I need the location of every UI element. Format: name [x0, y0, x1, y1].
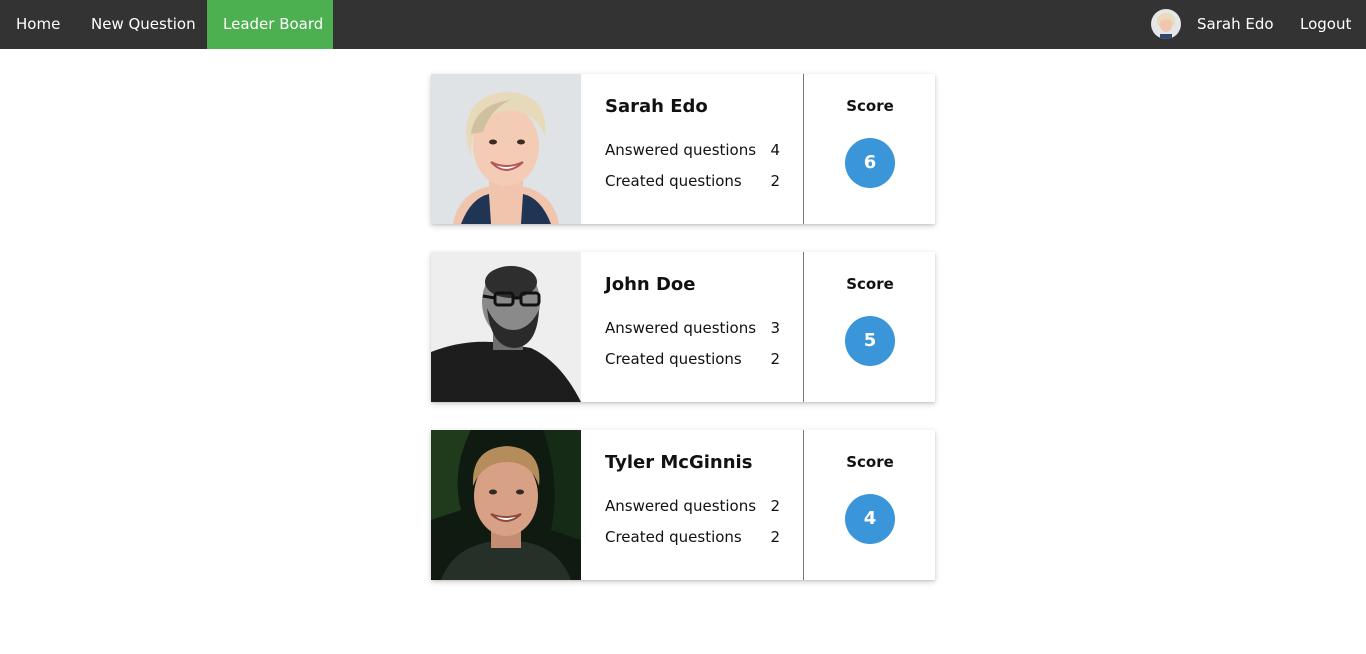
- score-label: Score: [846, 453, 894, 471]
- answered-questions-count: 2: [770, 497, 780, 515]
- answered-questions-row: Answered questions 3: [605, 318, 780, 338]
- user-photo: [431, 430, 581, 580]
- created-questions-count: 2: [770, 528, 780, 546]
- score-badge: 5: [845, 316, 895, 366]
- user-name: Sarah Edo: [605, 96, 708, 117]
- score-label: Score: [846, 97, 894, 115]
- created-questions-count: 2: [770, 172, 780, 190]
- created-questions-count: 2: [770, 350, 780, 368]
- score-panel: Score 4: [805, 430, 935, 580]
- score-label: Score: [846, 275, 894, 293]
- user-photo: [431, 74, 581, 224]
- answered-questions-label: Answered questions: [605, 319, 757, 337]
- created-questions-label: Created questions: [605, 172, 742, 190]
- score-badge: 6: [845, 138, 895, 188]
- user-photo: [431, 252, 581, 402]
- created-questions-label: Created questions: [605, 528, 742, 546]
- user-name: John Doe: [605, 274, 696, 295]
- nav-leader-board-link[interactable]: Leader Board: [207, 0, 333, 49]
- score-panel: Score 6: [805, 74, 935, 224]
- created-questions-label: Created questions: [605, 350, 742, 368]
- created-questions-row: Created questions 2: [605, 527, 780, 547]
- user-info: Sarah Edo Answered questions 4 Created q…: [581, 74, 804, 224]
- leaderboard-card: Sarah Edo Answered questions 4 Created q…: [431, 74, 935, 224]
- answered-questions-label: Answered questions: [605, 497, 757, 515]
- leaderboard-card: John Doe Answered questions 3 Created qu…: [431, 252, 935, 402]
- answered-questions-row: Answered questions 2: [605, 496, 780, 516]
- user-info: Tyler McGinnis Answered questions 2 Crea…: [581, 430, 804, 580]
- answered-questions-label: Answered questions: [605, 141, 757, 159]
- answered-questions-row: Answered questions 4: [605, 140, 780, 160]
- user-info: John Doe Answered questions 3 Created qu…: [581, 252, 804, 402]
- created-questions-row: Created questions 2: [605, 349, 780, 369]
- user-avatar: [1151, 9, 1181, 39]
- nav-home-link[interactable]: Home: [0, 0, 76, 49]
- answered-questions-count: 4: [770, 141, 780, 159]
- leaderboard-card: Tyler McGinnis Answered questions 2 Crea…: [431, 430, 935, 580]
- nav-new-question-link[interactable]: New Question: [75, 0, 212, 49]
- user-name: Tyler McGinnis: [605, 452, 753, 473]
- logout-link[interactable]: Logout: [1284, 0, 1366, 49]
- score-badge: 4: [845, 494, 895, 544]
- score-panel: Score 5: [805, 252, 935, 402]
- answered-questions-count: 3: [770, 319, 780, 337]
- created-questions-row: Created questions 2: [605, 171, 780, 191]
- top-navbar: Home New Question Leader Board Sarah Edo…: [0, 0, 1366, 49]
- user-name: Sarah Edo: [1197, 15, 1274, 33]
